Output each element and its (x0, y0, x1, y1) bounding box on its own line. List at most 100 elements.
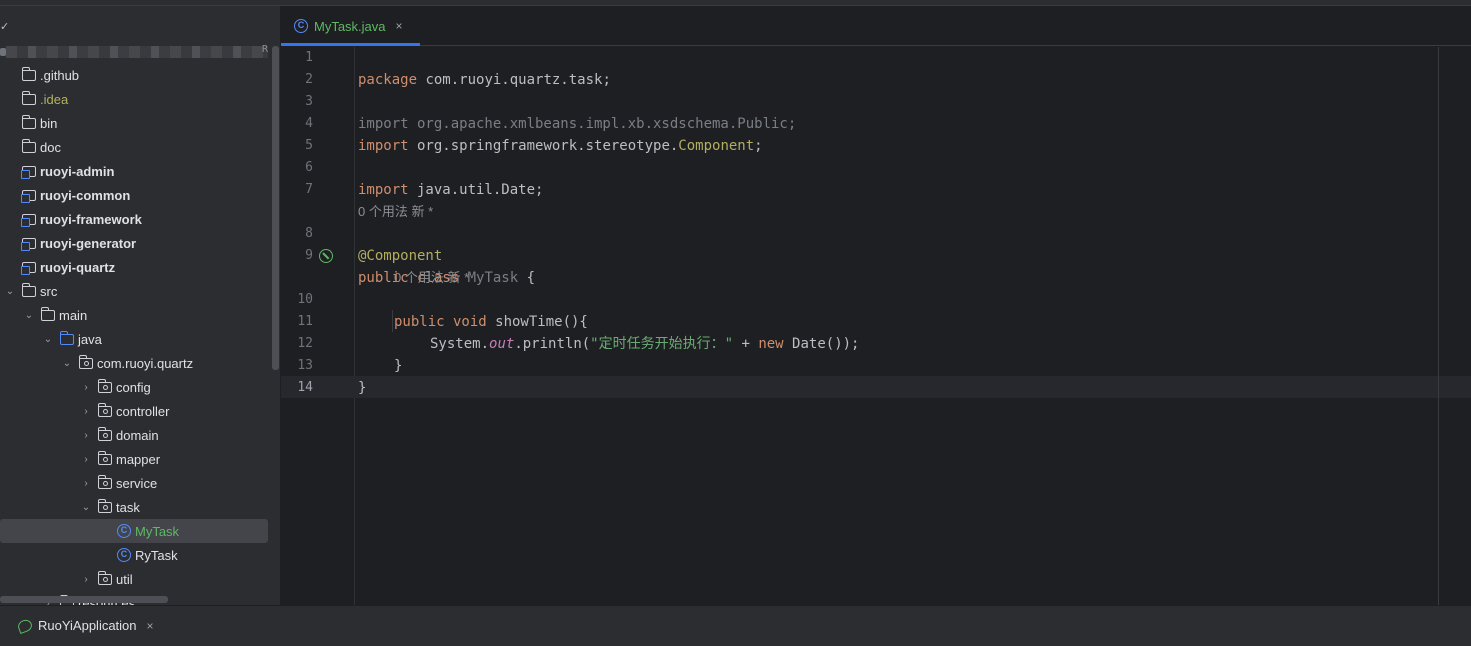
project-root-row[interactable]: R (0, 44, 280, 60)
tree-item-mytask[interactable]: ›CMyTask (0, 519, 268, 543)
folder-icon (21, 66, 36, 81)
project-horizontal-scrollbar[interactable] (0, 596, 168, 603)
tree-item-label: mapper (116, 451, 161, 467)
code-line-4[interactable]: import org.springframework.stereotype.Co… (281, 113, 1471, 154)
package-icon (97, 378, 112, 393)
module-icon (21, 237, 36, 251)
run-tab-label: RuoYiApplication (38, 618, 137, 633)
tree-item-idea[interactable]: ›.idea (0, 87, 270, 111)
chevron-right-icon[interactable]: › (80, 478, 92, 489)
package-icon (97, 498, 112, 513)
code-line-3[interactable]: import org.apache.xmlbeans.impl.xb.xsdsc… (281, 91, 1471, 132)
project-vertical-scrollbar[interactable] (272, 46, 279, 370)
tree-item-label: .idea (40, 91, 69, 107)
bottom-tool-bar: RuoYiApplication × (0, 605, 1471, 646)
code-text: { (518, 270, 536, 286)
java-class-icon: C (117, 548, 131, 562)
tree-item-config[interactable]: › config (0, 375, 270, 399)
tree-item-mapper[interactable]: › mapper (0, 447, 270, 471)
tree-item-label: controller (116, 403, 170, 419)
java-class-icon: C (294, 19, 308, 33)
tree-item-label: com.ruoyi.quartz (97, 355, 194, 371)
tree-item-label: ruoyi-common (40, 187, 131, 203)
package-icon (97, 426, 112, 441)
active-tab-indicator (281, 43, 420, 46)
chevron-right-icon[interactable]: › (80, 406, 92, 417)
code-text: com.ruoyi.quartz.task; (417, 72, 611, 88)
tree-item-label: bin (40, 115, 58, 131)
run-tab-close-icon[interactable]: × (147, 619, 154, 633)
tab-close-icon[interactable]: × (396, 19, 403, 33)
chevron-down-icon[interactable]: ⌄ (61, 358, 73, 369)
tree-item-util[interactable]: › util (0, 567, 270, 591)
code-text: ; (754, 138, 763, 154)
tree-item-ruoyi-admin[interactable]: ›ruoyi-admin (0, 159, 270, 183)
code-line-12[interactable]: } (281, 333, 1471, 374)
usages-inlay-hint[interactable]: 0 个用法 新 * (358, 201, 433, 223)
chevron-right-icon[interactable]: › (80, 574, 92, 585)
run-tab-ruoyiapplication[interactable]: RuoYiApplication × (16, 617, 154, 634)
collapse-chevron-icon[interactable]: ✓ (0, 20, 9, 33)
package-icon (97, 402, 112, 417)
folder-icon (40, 306, 55, 321)
code-keyword: import (358, 138, 409, 154)
tree-item-label: ruoyi-quartz (40, 259, 116, 275)
tree-item-java[interactable]: ⌄ java (0, 327, 270, 351)
tree-item-src[interactable]: ⌄ src (0, 279, 270, 303)
tree-item-label: service (116, 475, 158, 491)
tree-item-label: MyTask (135, 523, 180, 539)
code-keyword: package (358, 72, 418, 88)
java-class-icon: C (117, 524, 131, 538)
tree-item-label: main (59, 307, 88, 323)
package-icon (78, 354, 93, 369)
tree-item-rytask[interactable]: ›CRyTask (0, 543, 270, 567)
usages-inlay-hint[interactable]: 0 个用法 新 * (394, 267, 469, 289)
chevron-right-icon[interactable]: › (80, 430, 92, 441)
tree-item-bin[interactable]: ›bin (0, 111, 270, 135)
tree-item-ruoyi-common[interactable]: ›ruoyi-common (0, 183, 270, 207)
tree-item-label: ruoyi-generator (40, 235, 137, 251)
tree-item-main[interactable]: ⌄ main (0, 303, 270, 327)
code-line-13[interactable]: } (281, 355, 1471, 396)
folder-icon (21, 282, 36, 297)
tree-item-label: config (116, 379, 151, 395)
source-folder-icon (59, 330, 74, 345)
chevron-down-icon[interactable]: ⌄ (23, 310, 35, 321)
chevron-right-icon[interactable]: › (80, 382, 92, 393)
tree-item-ruoyi-framework[interactable]: ›ruoyi-framework (0, 207, 270, 231)
spring-boot-icon (16, 617, 34, 634)
tree-item-com-ruoyi-quartz[interactable]: ⌄ com.ruoyi.quartz (0, 351, 270, 375)
tree-item-label: task (116, 499, 140, 515)
tree-item-ruoyi-generator[interactable]: ›ruoyi-generator (0, 231, 270, 255)
tree-item-label: src (40, 283, 58, 299)
tree-item-doc[interactable]: ›doc (0, 135, 270, 159)
chevron-down-icon[interactable]: ⌄ (4, 286, 16, 297)
chevron-down-icon[interactable]: ⌄ (80, 502, 92, 513)
code-line-1[interactable]: package com.ruoyi.quartz.task; (281, 47, 1471, 88)
module-icon (21, 165, 36, 179)
chevron-down-icon[interactable]: ⌄ (42, 334, 54, 345)
code-line-8[interactable]: @Component (281, 223, 1471, 264)
code-line-10[interactable]: public void showTime(){ (281, 289, 1471, 330)
tree-item-label: doc (40, 139, 61, 155)
code-line-9[interactable]: public class MyTask { (281, 245, 1471, 286)
chevron-right-icon[interactable]: › (80, 454, 92, 465)
tab-mytask-java[interactable]: C MyTask.java × (281, 6, 420, 46)
folder-icon (21, 114, 36, 129)
tree-item-domain[interactable]: › domain (0, 423, 270, 447)
tree-item-controller[interactable]: › controller (0, 399, 270, 423)
code-text: } (358, 380, 367, 396)
code-line-6[interactable]: import java.util.Date; (281, 157, 1471, 198)
code-line-11[interactable]: System.out.println("定时任务开始执行：" + new Dat… (281, 311, 1471, 352)
code-text: java.util.Date; (408, 182, 544, 198)
tree-item-label: java (78, 331, 102, 347)
code-keyword: import (358, 182, 409, 198)
tree-item-label: .github (40, 67, 80, 83)
tree-item-ruoyi-quartz[interactable]: ›ruoyi-quartz (0, 255, 270, 279)
tree-item-service[interactable]: › service (0, 471, 270, 495)
tree-item-github[interactable]: ›.github (0, 63, 270, 87)
tree-item-task[interactable]: ⌄ task (0, 495, 270, 519)
folder-icon (21, 90, 36, 105)
package-icon (97, 474, 112, 489)
editor-tab-bar: C MyTask.java × (281, 6, 1471, 46)
